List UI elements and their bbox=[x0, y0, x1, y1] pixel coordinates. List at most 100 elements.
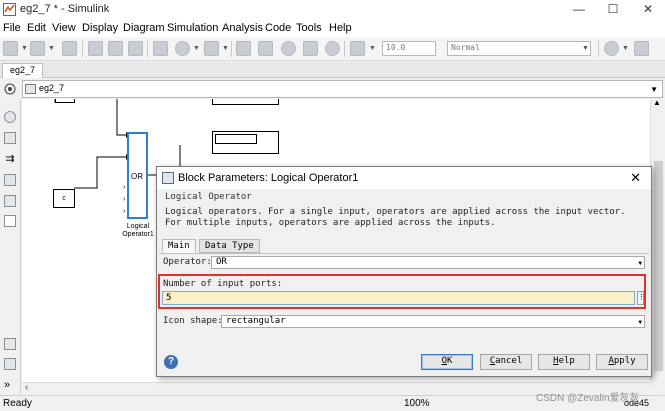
icon-shape-value: rectangular bbox=[226, 316, 286, 326]
input-ports-field[interactable]: 5 bbox=[162, 291, 635, 305]
help-button-label: elp bbox=[558, 356, 575, 366]
menu-diagram[interactable]: Diagram bbox=[123, 22, 165, 34]
ok-button-label: K bbox=[447, 356, 453, 366]
forward-arrow-icon[interactable] bbox=[108, 41, 123, 56]
watermark: CSDN @Zevalin爱灰灰 bbox=[536, 393, 640, 404]
logic-block-name: Logical Operator1 bbox=[116, 223, 160, 239]
input-port-marker: › bbox=[123, 184, 126, 191]
breadcrumb[interactable]: eg2_7 ▼ bbox=[22, 80, 663, 98]
dialog-close-icon[interactable]: ✕ bbox=[630, 170, 641, 186]
annotation-icon[interactable] bbox=[4, 174, 16, 186]
chevron-down-icon[interactable]: ▼ bbox=[638, 260, 642, 267]
help-button[interactable]: Help bbox=[538, 354, 590, 370]
chevron-down-icon[interactable]: ▼ bbox=[622, 45, 629, 52]
open-folder-icon[interactable] bbox=[30, 41, 45, 56]
tab-main[interactable]: Main bbox=[162, 239, 196, 253]
vertical-scrollbar[interactable]: ▲ bbox=[650, 98, 665, 382]
menu-file[interactable]: File bbox=[3, 22, 21, 34]
chevron-down-icon[interactable]: ▼ bbox=[222, 45, 229, 52]
logic-block-name-line1: Logical bbox=[126, 223, 150, 230]
chevron-down-icon[interactable]: ▼ bbox=[369, 45, 376, 52]
up-arrow-icon[interactable] bbox=[128, 41, 143, 56]
dialog-title: Block Parameters: Logical Operator1 bbox=[178, 172, 359, 184]
left-palette: ⇉ » bbox=[0, 99, 21, 395]
back-arrow-icon[interactable] bbox=[88, 41, 103, 56]
zoom-level: 100% bbox=[404, 398, 430, 409]
library-browser-icon[interactable] bbox=[153, 41, 168, 56]
vertical-scroll-thumb[interactable] bbox=[654, 161, 663, 371]
tab-eg2-7[interactable]: eg2_7 bbox=[2, 63, 44, 78]
display-readout bbox=[215, 134, 257, 144]
parameter-options-icon[interactable]: ⋮ bbox=[637, 291, 645, 305]
toolbar-separator bbox=[231, 41, 232, 57]
grid-icon[interactable] bbox=[634, 41, 649, 56]
new-model-icon[interactable] bbox=[3, 41, 18, 56]
step-forward-icon[interactable] bbox=[303, 41, 318, 56]
icon-shape-label: Icon shape: bbox=[163, 316, 223, 326]
fit-to-view-icon[interactable] bbox=[4, 132, 16, 144]
display-block[interactable] bbox=[212, 131, 279, 154]
settings-gear-icon[interactable] bbox=[175, 41, 190, 56]
chevron-down-icon[interactable]: ▼ bbox=[193, 45, 200, 52]
ok-button[interactable]: OK bbox=[421, 354, 473, 370]
scroll-up-icon[interactable]: ▲ bbox=[653, 98, 661, 107]
data-icon[interactable] bbox=[204, 41, 219, 56]
save-icon[interactable] bbox=[62, 41, 77, 56]
constant-block-label: c bbox=[62, 195, 66, 202]
model-advisor-icon[interactable] bbox=[604, 41, 619, 56]
cancel-button[interactable]: Cancel bbox=[480, 354, 532, 370]
simulation-mode-select[interactable]: Normal bbox=[447, 41, 591, 56]
step-back-icon[interactable] bbox=[236, 41, 251, 56]
window-title: eg2_7 * - Simulink bbox=[20, 3, 110, 15]
area-icon[interactable] bbox=[4, 215, 16, 227]
zoom-icon[interactable] bbox=[4, 111, 16, 123]
apply-button-label: pply bbox=[613, 356, 636, 366]
model-browser-icon[interactable] bbox=[4, 358, 16, 370]
image-icon[interactable] bbox=[4, 195, 16, 207]
hide-browser-icon[interactable] bbox=[4, 83, 16, 95]
icon-shape-select[interactable]: rectangular ▼ bbox=[221, 315, 645, 328]
chevron-down-icon[interactable]: ▼ bbox=[582, 45, 589, 52]
minimize-button[interactable]: — bbox=[562, 0, 596, 19]
toolbar-separator bbox=[598, 41, 599, 57]
stop-icon[interactable] bbox=[325, 41, 340, 56]
toolbar-separator bbox=[344, 41, 345, 57]
tab-data-type[interactable]: Data Type bbox=[199, 239, 260, 253]
apply-button[interactable]: Apply bbox=[596, 354, 648, 370]
step-back-once-icon[interactable] bbox=[258, 41, 273, 56]
run-icon[interactable] bbox=[281, 41, 296, 56]
operator-select[interactable]: OR ▼ bbox=[211, 256, 645, 269]
help-question-icon[interactable]: ? bbox=[164, 355, 178, 369]
chevron-down-icon[interactable]: ▼ bbox=[21, 45, 28, 52]
menu-simulation[interactable]: Simulation bbox=[167, 22, 218, 34]
logical-operator-block[interactable]: OR bbox=[127, 132, 148, 219]
expand-chevron-icon[interactable]: » bbox=[4, 380, 16, 392]
logic-block-text: OR bbox=[131, 172, 143, 181]
arrow-right-icon[interactable]: ⇉ bbox=[4, 153, 16, 165]
toolbar-separator bbox=[147, 41, 148, 57]
menu-tools[interactable]: Tools bbox=[296, 22, 322, 34]
constant-block[interactable]: c bbox=[53, 189, 75, 208]
model-tab-strip: eg2_7 bbox=[0, 62, 665, 78]
menu-view[interactable]: View bbox=[52, 22, 76, 34]
close-window-button[interactable]: ✕ bbox=[631, 0, 665, 19]
menu-edit[interactable]: Edit bbox=[27, 22, 46, 34]
menu-code[interactable]: Code bbox=[265, 22, 291, 34]
chevron-down-icon[interactable]: ▼ bbox=[650, 85, 658, 94]
menu-analysis[interactable]: Analysis bbox=[222, 22, 263, 34]
title-bar: eg2_7 * - Simulink — ☐ ✕ bbox=[0, 0, 665, 19]
block-description: Logical operators. For a single input, o… bbox=[165, 207, 626, 228]
breadcrumb-label: eg2_7 bbox=[39, 83, 65, 93]
menu-help[interactable]: Help bbox=[329, 22, 352, 34]
partial-block[interactable] bbox=[55, 99, 75, 103]
chevron-down-icon[interactable]: ▼ bbox=[638, 319, 642, 326]
scope-icon[interactable] bbox=[350, 41, 365, 56]
stop-time-input[interactable]: 10.0 bbox=[382, 41, 436, 56]
maximize-button[interactable]: ☐ bbox=[596, 0, 630, 19]
chevron-down-icon[interactable]: ▼ bbox=[48, 45, 55, 52]
menu-display[interactable]: Display bbox=[82, 22, 118, 34]
input-port-marker: › bbox=[123, 208, 126, 215]
display-block-top[interactable] bbox=[212, 99, 279, 105]
camera-icon[interactable] bbox=[4, 338, 16, 350]
scroll-left-icon[interactable]: ‹ bbox=[25, 382, 28, 393]
